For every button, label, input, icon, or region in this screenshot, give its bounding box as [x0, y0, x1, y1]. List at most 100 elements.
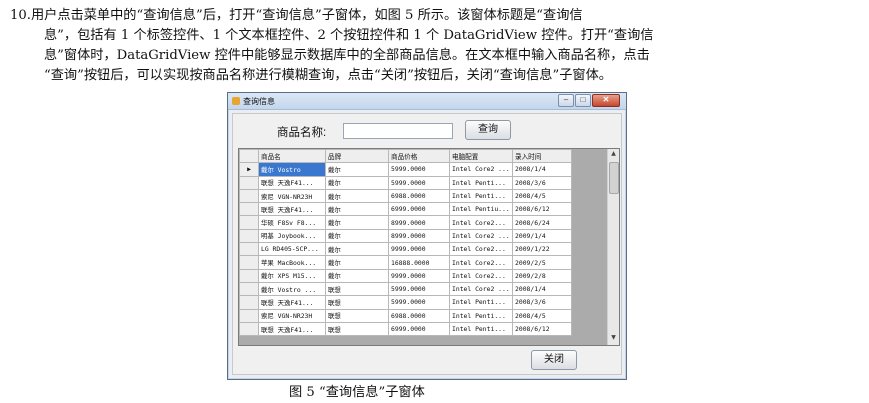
close-button[interactable]: 关闭 [531, 350, 577, 370]
table-cell[interactable]: 联想 [325, 281, 389, 297]
table-cell[interactable]: 戴尔 [325, 215, 389, 230]
table-cell[interactable]: 6988.0000 [388, 188, 450, 204]
table-cell[interactable]: 8999.0000 [388, 228, 450, 244]
table-row[interactable]: 索尼 VGN-NR23H 联想 6988.0000 Intel Penti... 200… [239, 308, 572, 323]
table-cell[interactable]: Intel Penti... [449, 188, 513, 204]
table-cell[interactable]: 9999.0000 [388, 242, 450, 257]
table-cell[interactable]: 戴尔 XPS M15... [258, 268, 326, 283]
table-cell[interactable]: 2008/4/5 [512, 188, 572, 204]
table-cell[interactable]: 2009/1/22 [512, 242, 572, 257]
table-row[interactable]: LG RD405-SCP... 戴尔 9999.0000 Intel Core2...… [239, 242, 572, 257]
table-row[interactable]: 华硕 F8Sv F8... 戴尔 8999.0000 Intel Core2... 20… [239, 215, 572, 230]
table-cell[interactable]: 5999.0000 [388, 175, 450, 190]
table-row[interactable]: 联想 天逸F41... 戴尔 5999.0000 Intel Penti... 2008… [239, 175, 572, 190]
table-row[interactable]: 联想 天逸F41... 联想 6999.0000 Intel Penti... 2008… [239, 321, 572, 337]
table-cell[interactable]: 戴尔 [325, 268, 389, 283]
table-cell[interactable]: 16888.0000 [388, 255, 450, 270]
product-name-input[interactable] [343, 123, 453, 139]
table-cell[interactable]: 戴尔 [325, 175, 389, 190]
table-cell[interactable]: 2008/1/4 [512, 162, 572, 177]
column-header[interactable]: 商品价格 [388, 149, 450, 164]
table-cell[interactable]: 戴尔 [325, 162, 389, 177]
query-button[interactable]: 查询 [465, 120, 511, 140]
table-cell[interactable]: 2009/2/8 [512, 268, 572, 283]
row-header-cell[interactable] [239, 215, 259, 230]
table-cell[interactable]: Intel Core2... [449, 255, 513, 270]
table-row[interactable]: ▶ 戴尔 Vostro 戴尔 5999.0000 Intel Core2 ... 2008… [239, 162, 572, 177]
table-cell[interactable]: Intel Core2 ... [449, 162, 513, 177]
table-cell[interactable]: 8999.0000 [388, 215, 450, 230]
table-row[interactable]: 索尼 VGN-NR23H 戴尔 6988.0000 Intel Penti... 200… [239, 188, 572, 204]
row-header-cell[interactable] [239, 295, 259, 310]
scroll-thumb[interactable] [609, 162, 619, 194]
product-datagridview[interactable]: 商品名 品牌 商品价格 电脑配置 录入时间 ▶ 戴尔 Vostro 戴尔 5999.0… [238, 148, 620, 346]
scroll-down-icon[interactable]: ▼ [609, 334, 618, 344]
table-cell[interactable]: 戴尔 [325, 202, 389, 217]
table-cell[interactable]: 6988.0000 [388, 308, 450, 323]
column-header[interactable]: 电脑配置 [449, 149, 513, 164]
table-cell[interactable]: 戴尔 [325, 255, 389, 270]
table-row[interactable]: 联想 天逸F41... 联想 5999.0000 Intel Penti... 2008… [239, 295, 572, 310]
table-cell[interactable]: 戴尔 [325, 188, 389, 204]
column-header[interactable]: 商品名 [258, 149, 326, 164]
table-cell[interactable]: Intel Core2 ... [449, 228, 513, 244]
table-cell[interactable]: 2008/6/12 [512, 202, 572, 217]
table-cell[interactable]: 联想 [325, 295, 389, 310]
table-cell[interactable]: 5999.0000 [388, 295, 450, 310]
table-cell[interactable]: Intel Core2... [449, 242, 513, 257]
table-cell[interactable]: LG RD405-SCP... [258, 242, 326, 257]
vertical-scrollbar[interactable]: ▲ ▼ [607, 149, 619, 345]
window-titlebar[interactable]: 查询信息 – □ ✕ [228, 93, 626, 110]
table-cell[interactable]: 2008/6/24 [512, 215, 572, 230]
table-cell[interactable]: 联想 天逸F41... [258, 295, 326, 310]
row-header-cell[interactable] [239, 188, 259, 204]
table-cell[interactable]: Intel Core2... [449, 215, 513, 230]
table-cell[interactable]: 索尼 VGN-NR23H [258, 308, 326, 323]
row-header-cell[interactable] [239, 321, 259, 337]
table-cell[interactable]: 戴尔 [325, 228, 389, 244]
table-row[interactable]: 苹果 MacBook... 戴尔 16888.0000 Intel Core2... 2… [239, 255, 572, 270]
table-cell[interactable]: 华硕 F8Sv F8... [258, 215, 326, 230]
table-cell[interactable]: Intel Penti... [449, 308, 513, 323]
row-header-cell[interactable]: ▶ [239, 162, 259, 177]
table-cell[interactable]: 9999.0000 [388, 268, 450, 283]
table-cell[interactable]: 联想 天逸F41... [258, 202, 326, 217]
table-cell[interactable]: 明基 Joybook... [258, 228, 326, 244]
table-cell[interactable]: 联想 天逸F41... [258, 321, 326, 337]
table-cell[interactable]: 苹果 MacBook... [258, 255, 326, 270]
table-cell[interactable]: 2008/4/5 [512, 308, 572, 323]
row-header-cell[interactable] [239, 175, 259, 190]
table-cell[interactable]: 联想 [325, 321, 389, 337]
row-header-cell[interactable] [239, 268, 259, 283]
row-header-cell[interactable] [239, 308, 259, 323]
table-cell[interactable]: 2008/6/12 [512, 321, 572, 337]
table-cell[interactable]: Intel Pentiu... [449, 202, 513, 217]
minimize-icon[interactable]: – [558, 94, 574, 107]
table-cell[interactable]: 5999.0000 [388, 281, 450, 297]
column-header[interactable]: 录入时间 [512, 149, 572, 164]
table-cell[interactable]: 2009/1/4 [512, 228, 572, 244]
row-header-cell[interactable] [239, 242, 259, 257]
scroll-up-icon[interactable]: ▲ [609, 150, 618, 160]
table-cell[interactable]: 联想 [325, 308, 389, 323]
table-cell[interactable]: 2008/1/4 [512, 281, 572, 297]
table-cell[interactable]: Intel Penti... [449, 175, 513, 190]
table-cell[interactable]: 戴尔 Vostro [258, 162, 326, 177]
table-cell[interactable]: 戴尔 [325, 242, 389, 257]
table-row[interactable]: 联想 天逸F41... 戴尔 6999.0000 Intel Pentiu... 200… [239, 202, 572, 217]
table-cell[interactable]: Intel Core2 ... [449, 281, 513, 297]
table-row[interactable]: 戴尔 Vostro ... 联想 5999.0000 Intel Core2 ... 2… [239, 281, 572, 297]
table-cell[interactable]: 5999.0000 [388, 162, 450, 177]
table-cell[interactable]: 索尼 VGN-NR23H [258, 188, 326, 204]
table-cell[interactable]: 2008/3/6 [512, 175, 572, 190]
row-header-cell[interactable] [239, 281, 259, 297]
table-cell[interactable]: 2009/2/5 [512, 255, 572, 270]
table-cell[interactable]: Intel Core2... [449, 268, 513, 283]
row-header-cell[interactable] [239, 202, 259, 217]
row-header-cell[interactable] [239, 228, 259, 244]
table-cell[interactable]: Intel Penti... [449, 295, 513, 310]
maximize-icon[interactable]: □ [575, 94, 591, 107]
close-icon[interactable]: ✕ [592, 94, 620, 107]
table-cell[interactable]: Intel Penti... [449, 321, 513, 337]
table-row[interactable]: 戴尔 XPS M15... 戴尔 9999.0000 Intel Core2... 20… [239, 268, 572, 283]
